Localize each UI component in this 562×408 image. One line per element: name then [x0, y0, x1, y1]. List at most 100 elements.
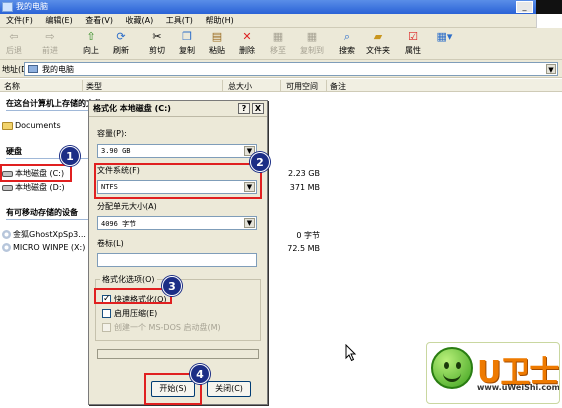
col-comment[interactable]: 备注	[330, 81, 346, 92]
col-free-space[interactable]: 可用空间	[286, 81, 318, 92]
refresh-icon: ⟳	[116, 30, 126, 43]
back-button[interactable]: ⇦ 后退	[2, 30, 26, 58]
scissors-icon: ✂	[152, 30, 162, 43]
msdos-startup-checkbox[interactable]: 创建一个 MS-DOS 启动盘(M)	[102, 322, 221, 333]
menu-view[interactable]: 查看(V)	[81, 14, 117, 28]
cd-drive-icon	[2, 243, 11, 252]
smiley-logo-icon	[431, 347, 473, 389]
up-button[interactable]: ⇧ 向上	[80, 30, 102, 58]
properties-icon: ☑	[408, 30, 418, 43]
group-divider	[6, 110, 90, 111]
chevron-down-icon[interactable]: ▼	[546, 64, 556, 74]
menu-edit[interactable]: 编辑(E)	[41, 14, 76, 28]
format-dialog: 格式化 本地磁盘 (C:) ? X 容量(P): 3.90 GB ▼ 文件系统(…	[88, 100, 268, 405]
properties-button[interactable]: ☑ 属性	[402, 30, 424, 58]
my-computer-icon	[28, 65, 38, 73]
forward-button[interactable]: ⇨ 前进	[38, 30, 62, 58]
step-badge-3: 3	[162, 276, 182, 296]
cd-ghost-free: 0 字节	[296, 231, 320, 240]
list-item-documents[interactable]: Documents	[2, 121, 61, 130]
dialog-close-button[interactable]: X	[252, 103, 264, 114]
copy-to-icon: ▦	[306, 30, 318, 43]
checkbox-icon	[102, 323, 111, 332]
menu-tools[interactable]: 工具(T)	[162, 14, 197, 28]
paste-button[interactable]: ▤ 粘贴	[206, 30, 228, 58]
window-title: 我的电脑	[16, 2, 48, 11]
move-to-button[interactable]: ▦ 移至	[266, 30, 290, 58]
col-separator	[222, 80, 223, 91]
help-button[interactable]: ?	[238, 103, 250, 114]
group-header-hdd: 硬盘	[6, 147, 22, 156]
col-separator	[326, 80, 327, 91]
views-button[interactable]: ▦▾	[432, 30, 454, 58]
list-item-winpe[interactable]: MICRO WINPE (X:)	[2, 243, 85, 252]
drive-d-free: 371 MB	[289, 183, 320, 192]
list-item-cd-ghost[interactable]: 金狐GhostXpSp3...	[2, 229, 86, 240]
chevron-down-icon[interactable]: ▼	[244, 218, 255, 228]
step-badge-1: 1	[60, 146, 80, 166]
close-button[interactable]: 关闭(C)	[207, 381, 251, 397]
back-arrow-icon: ⇦	[9, 30, 19, 43]
uweishi-logo: U卫士 www.uWeiShi.com	[426, 342, 560, 404]
capacity-label: 容量(P):	[97, 129, 127, 138]
highlight-filesystem	[94, 163, 262, 199]
col-total-size[interactable]: 总大小	[228, 81, 252, 92]
checkbox-icon	[102, 309, 111, 318]
capacity-value: 3.90 GB	[101, 147, 131, 155]
capacity-select[interactable]: 3.90 GB ▼	[97, 144, 257, 158]
group-header-removable: 有可移动存储的设备	[6, 208, 78, 217]
allocation-label: 分配单元大小(A)	[97, 202, 157, 211]
delete-button[interactable]: ✕ 删除	[236, 30, 258, 58]
column-headers: 名称 类型 总大小 可用空间 备注	[0, 79, 562, 92]
address-value: 我的电脑	[42, 65, 74, 74]
menu-bar: 文件(F) 编辑(E) 查看(V) 收藏(A) 工具(T) 帮助(H)	[0, 14, 562, 28]
allocation-value: 4096 字节	[101, 220, 137, 228]
step-badge-4: 4	[190, 364, 210, 384]
forward-arrow-icon: ⇨	[45, 30, 55, 43]
cd-drive-icon	[2, 230, 11, 239]
toolbar: ⇦ 后退 ⇨ 前进 ⇧ 向上 ⟳ 刷新 ✂ 剪切 ❐ 复制 ▤ 粘贴 ✕ 删除 …	[0, 28, 562, 60]
address-bar: 地址(D) 我的电脑 ▼	[0, 60, 562, 78]
folders-button[interactable]: ▰ 文件夹	[364, 30, 392, 58]
search-button[interactable]: ⌕ 搜索	[336, 30, 358, 58]
logo-url: www.uWeiShi.com	[477, 383, 560, 392]
col-separator	[280, 80, 281, 91]
windows-logo	[536, 14, 562, 28]
copy-to-button[interactable]: ▦ 复制到	[296, 30, 328, 58]
menu-help[interactable]: 帮助(H)	[201, 14, 237, 28]
move-to-icon: ▦	[272, 30, 284, 43]
address-field[interactable]: 我的电脑 ▼	[24, 62, 558, 76]
format-options-legend: 格式化选项(O)	[100, 274, 157, 285]
my-computer-icon	[2, 2, 13, 12]
delete-x-icon: ✕	[242, 30, 252, 43]
window-corner	[536, 0, 562, 14]
compress-checkbox[interactable]: 启用压缩(E)	[102, 308, 157, 319]
format-progress-bar	[97, 349, 259, 359]
col-name[interactable]: 名称	[4, 81, 20, 92]
drive-icon	[2, 184, 13, 191]
allocation-select[interactable]: 4096 字节 ▼	[97, 216, 257, 230]
refresh-button[interactable]: ⟳ 刷新	[110, 30, 132, 58]
folder-icon	[2, 121, 13, 130]
menu-favorites[interactable]: 收藏(A)	[122, 14, 158, 28]
volume-label-label: 卷标(L)	[97, 239, 124, 248]
step-badge-2: 2	[250, 152, 270, 172]
list-item-drive-d[interactable]: 本地磁盘 (D:)	[2, 182, 65, 193]
winpe-free: 72.5 MB	[287, 244, 320, 253]
minimize-button[interactable]: _	[516, 1, 533, 13]
highlight-drive-c	[0, 164, 72, 182]
up-folder-icon: ⇧	[86, 30, 96, 43]
paste-icon: ▤	[211, 30, 223, 43]
copy-icon: ❐	[182, 30, 192, 43]
volume-label-input[interactable]	[97, 253, 257, 267]
drive-c-free: 2.23 GB	[287, 169, 320, 178]
cut-button[interactable]: ✂ 剪切	[146, 30, 168, 58]
menu-file[interactable]: 文件(F)	[2, 14, 37, 28]
col-type[interactable]: 类型	[86, 81, 102, 92]
highlight-quick-format	[94, 288, 172, 304]
views-grid-icon: ▦▾	[436, 30, 453, 43]
group-divider	[6, 219, 90, 220]
copy-button[interactable]: ❐ 复制	[176, 30, 198, 58]
col-separator	[82, 80, 83, 91]
mouse-cursor-icon	[345, 344, 357, 362]
